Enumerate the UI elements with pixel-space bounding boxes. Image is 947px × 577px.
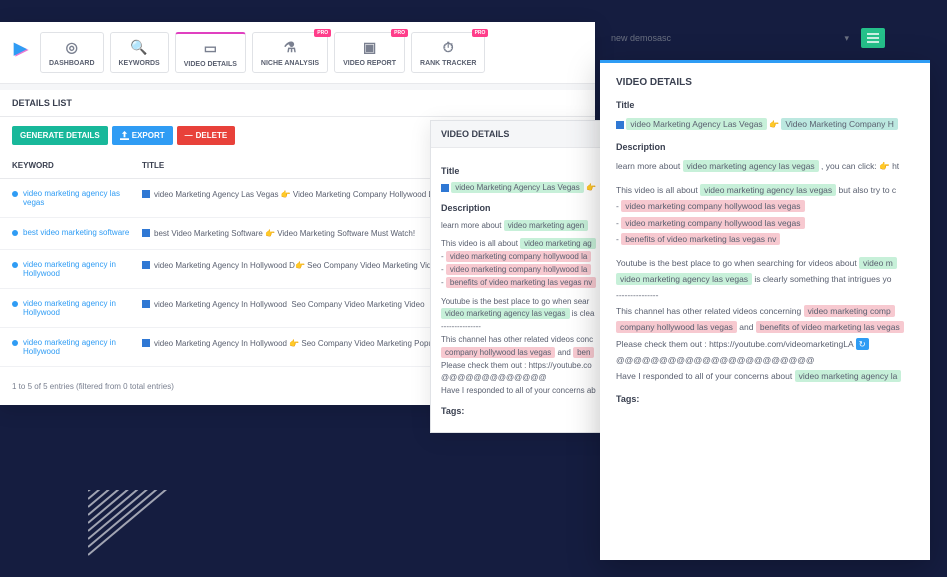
nav-tab-niche-analysis[interactable]: ⚗NICHE ANALYSISPRO	[252, 32, 328, 73]
col-keyword: KEYWORD	[12, 161, 142, 170]
video-icon	[142, 339, 150, 347]
description-label: Description	[616, 142, 914, 152]
bullet-icon	[12, 262, 18, 268]
video-icon	[142, 190, 150, 198]
title-label: Title	[441, 164, 619, 178]
video-icon	[142, 229, 150, 237]
right-header: VIDEO DETAILS	[616, 77, 914, 88]
keyword-text: video marketing agency in Hollywood	[23, 338, 142, 356]
dropdown-selected: new demosasc	[611, 33, 671, 44]
nav-tab-keywords[interactable]: 🔍KEYWORDS	[110, 32, 169, 73]
tags-label: Tags:	[616, 394, 914, 404]
pro-badge: PRO	[472, 29, 489, 37]
tab-icon: ◎	[63, 39, 81, 57]
tab-icon: 🔍	[130, 39, 148, 57]
nav-tab-video-report[interactable]: ▣VIDEO REPORTPRO	[334, 32, 405, 73]
decorative-lines	[88, 490, 228, 560]
keyword-text: best video marketing software	[23, 228, 129, 237]
project-dropdown[interactable]: new demosasc ▾	[605, 29, 855, 48]
video-icon	[441, 184, 449, 192]
refresh-icon[interactable]: ↻	[856, 338, 869, 350]
delete-button[interactable]: — DELETE	[177, 126, 236, 145]
bullet-icon	[12, 191, 18, 197]
export-button[interactable]: EXPORT	[112, 126, 173, 145]
tab-icon: ⏱	[439, 39, 457, 57]
video-icon	[142, 261, 150, 269]
video-icon	[142, 300, 150, 308]
pro-badge: PRO	[391, 29, 408, 37]
pro-badge: PRO	[314, 29, 331, 37]
keyword-text: video marketing agency in Hollywood	[23, 260, 142, 278]
menu-button[interactable]	[861, 28, 885, 48]
topbar: ◎DASHBOARD🔍KEYWORDS▭VIDEO DETAILS⚗NICHE …	[0, 22, 595, 84]
list-section-header: DETAILS LIST	[0, 90, 595, 117]
title-label: Title	[616, 100, 914, 110]
keyword-text: video marketing agency in Hollywood	[23, 299, 142, 317]
export-icon	[120, 131, 129, 140]
bullet-icon	[12, 230, 18, 236]
app-logo-icon	[12, 40, 32, 60]
nav-tab-rank-tracker[interactable]: ⏱RANK TRACKERPRO	[411, 32, 485, 73]
title-text: best Video Marketing Software 👉 Video Ma…	[154, 228, 415, 239]
nav-tab-dashboard[interactable]: ◎DASHBOARD	[40, 32, 104, 73]
tab-icon: ▭	[201, 40, 219, 58]
bullet-icon	[12, 301, 18, 307]
tab-icon: ▣	[361, 39, 379, 57]
title-text: video Marketing Agency In Hollywood 👉 Se…	[154, 338, 464, 349]
chevron-down-icon: ▾	[844, 33, 849, 44]
title-highlight: video Marketing Agency Las Vegas	[451, 182, 584, 193]
video-icon	[616, 121, 624, 129]
generate-details-button[interactable]: GENERATE DETAILS	[12, 126, 108, 145]
entries-info: 1 to 5 of 5 entries (filtered from 0 tot…	[12, 382, 174, 391]
tab-icon: ⚗	[281, 39, 299, 57]
tags-label: Tags:	[441, 404, 619, 418]
minus-icon: —	[185, 131, 193, 140]
description-label: Description	[441, 201, 619, 215]
title-text: video Marketing Agency In Hollywood 🛛 Se…	[154, 299, 425, 310]
hamburger-icon	[867, 33, 879, 43]
nav-tab-video-details[interactable]: ▭VIDEO DETAILS	[175, 32, 246, 73]
keyword-text: video marketing agency las vegas	[23, 189, 142, 207]
title-text: video Marketing Agency In Hollywood D👉 S…	[154, 260, 440, 271]
video-details-right-panel: VIDEO DETAILS Title video Marketing Agen…	[600, 60, 930, 560]
bullet-icon	[12, 340, 18, 346]
